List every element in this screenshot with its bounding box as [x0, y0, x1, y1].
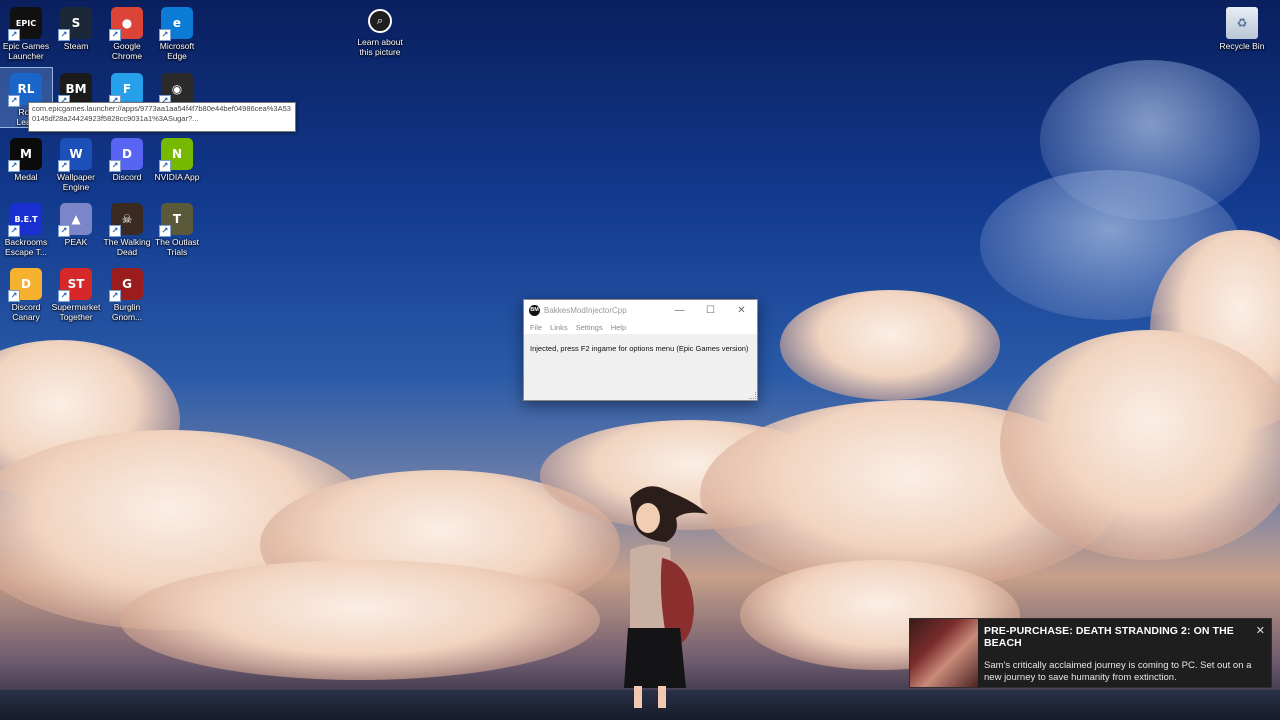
shortcut-arrow-icon: ↗ [58, 290, 70, 302]
shortcut-arrow-icon: ↗ [109, 225, 121, 237]
camera-icon: ⌕ [368, 9, 392, 33]
shortcut-arrow-icon: ↗ [58, 160, 70, 172]
discord-icon: D ↗ [109, 138, 143, 172]
wallpaper-engine-icon: W ↗ [58, 138, 92, 172]
desktop-shortcut[interactable]: D ↗ Discord [101, 133, 153, 182]
desktop-shortcut[interactable]: G ↗ Burglin Gnom... [101, 263, 153, 322]
desktop-shortcut[interactable]: EPIC ↗ Epic Games Launcher [0, 2, 52, 61]
desktop-shortcut-label: PEAK [64, 237, 88, 247]
epic-notification[interactable]: PRE-PURCHASE: DEATH STRANDING 2: ON THE … [909, 618, 1272, 688]
desktop-shortcut-label: The Outlast Trials [155, 237, 199, 257]
desktop-shortcut[interactable]: ▲ ↗ PEAK [50, 198, 102, 247]
shortcut-arrow-icon: ↗ [159, 160, 171, 172]
desktop-shortcut[interactable]: ☠ ↗ The Walking Dead [101, 198, 153, 257]
nvidia-icon: N ↗ [159, 138, 193, 172]
recycle-bin-icon: ♻ [1226, 7, 1258, 39]
window-title: BakkesModInjectorCpp [544, 305, 627, 315]
desktop-shortcut-label: Discord [112, 172, 142, 182]
desktop-shortcut-label: Epic Games Launcher [2, 41, 50, 61]
supermarket-icon: ST ↗ [58, 268, 92, 302]
shortcut-arrow-icon: ↗ [58, 29, 70, 41]
minimize-button[interactable]: — [664, 300, 695, 320]
chrome-icon: ● ↗ [109, 7, 143, 41]
desktop-shortcut-label: Microsoft Edge [159, 41, 195, 61]
menu-links[interactable]: Links [550, 323, 568, 332]
outlast-icon: T ↗ [159, 203, 193, 237]
discord-canary-icon: D ↗ [8, 268, 42, 302]
menu-file[interactable]: File [530, 323, 542, 332]
desktop-shortcut-label: Discord Canary [11, 302, 41, 322]
desktop-shortcut[interactable]: N ↗ NVIDIA App [151, 133, 203, 182]
desktop-shortcut-label: The Walking Dead [103, 237, 151, 257]
desktop-shortcut-label: Medal [14, 172, 38, 182]
learn-about-picture-shortcut[interactable]: ⌕ Learn about this picture [355, 6, 405, 57]
desktop-shortcut-label: Google Chrome [111, 41, 143, 61]
notification-close-button[interactable]: ✕ [1256, 624, 1265, 637]
menu-bar: File Links Settings Help [524, 320, 757, 334]
menu-help[interactable]: Help [611, 323, 626, 332]
notification-thumbnail [910, 619, 978, 687]
burglin-gnomes-icon: G ↗ [109, 268, 143, 302]
fortnite-icon: F ↗ [109, 73, 143, 107]
desktop-shortcut[interactable]: S ↗ Steam [50, 2, 102, 51]
shortcut-arrow-icon: ↗ [109, 160, 121, 172]
shortcut-arrow-icon: ↗ [8, 290, 20, 302]
edge-icon: e ↗ [159, 7, 193, 41]
close-button[interactable]: ✕ [726, 300, 757, 320]
menu-settings[interactable]: Settings [576, 323, 603, 332]
recycle-bin-label: Recycle Bin [1219, 41, 1265, 51]
desktop-shortcut[interactable]: ST ↗ Supermarket Together [50, 263, 102, 322]
shortcut-arrow-icon: ↗ [8, 160, 20, 172]
desktop-shortcut-label: Burglin Gnom... [111, 302, 143, 322]
medal-icon: M ↗ [8, 138, 42, 172]
maximize-button[interactable]: ☐ [695, 300, 726, 320]
shortcut-arrow-icon: ↗ [58, 225, 70, 237]
steam-icon: S ↗ [58, 7, 92, 41]
desktop-shortcut[interactable]: B.E.T ↗ Backrooms Escape T... [0, 198, 52, 257]
recycle-bin[interactable]: ♻ Recycle Bin [1216, 2, 1268, 51]
backrooms-icon: B.E.T ↗ [8, 203, 42, 237]
status-message: Injected, press F2 ingame for options me… [530, 344, 749, 353]
shortcut-arrow-icon: ↗ [159, 29, 171, 41]
desktop-shortcut-label: Wallpaper Engine [57, 172, 95, 192]
bakkesmod-injector-window[interactable]: BM BakkesModInjectorCpp — ☐ ✕ File Links… [523, 299, 758, 401]
desktop-shortcut[interactable]: ● ↗ Google Chrome [101, 2, 153, 61]
notification-text: Sam's critically acclaimed journey is co… [984, 660, 1252, 683]
shortcut-arrow-icon: ↗ [8, 95, 20, 107]
walking-dead-icon: ☠ ↗ [109, 203, 143, 237]
desktop-shortcut-label: Steam [63, 41, 89, 51]
shortcut-arrow-icon: ↗ [8, 29, 20, 41]
girl-figure [624, 486, 708, 708]
bakkesmod-icon: BM ↗ [58, 73, 92, 107]
desktop-shortcut[interactable]: e ↗ Microsoft Edge [151, 2, 203, 61]
desktop-shortcut-label: Backrooms Escape T... [4, 237, 48, 257]
resize-grip[interactable] [749, 392, 756, 399]
desktop-shortcut[interactable]: T ↗ The Outlast Trials [151, 198, 203, 257]
desktop-shortcut[interactable]: D ↗ Discord Canary [0, 263, 52, 322]
desktop-shortcut-label: Supermarket Together [51, 302, 101, 322]
shortcut-arrow-icon: ↗ [109, 290, 121, 302]
window-titlebar[interactable]: BM BakkesModInjectorCpp — ☐ ✕ [524, 300, 757, 320]
shortcut-tooltip: com.epicgames.launcher://apps/9773aa1aa5… [28, 102, 296, 132]
shortcut-arrow-icon: ↗ [159, 225, 171, 237]
obs-icon: ◉ ↗ [159, 73, 193, 107]
desktop-shortcut-label: NVIDIA App [154, 172, 200, 182]
shortcut-arrow-icon: ↗ [8, 225, 20, 237]
learn-about-picture-label: Learn about this picture [357, 37, 403, 57]
peak-icon: ▲ ↗ [58, 203, 92, 237]
desktop-shortcut[interactable]: M ↗ Medal [0, 133, 52, 182]
shortcut-arrow-icon: ↗ [109, 29, 121, 41]
rocket-league-icon: RL ↗ [8, 73, 42, 107]
bakkesmod-logo-icon: BM [529, 304, 540, 316]
notification-title: PRE-PURCHASE: DEATH STRANDING 2: ON THE … [984, 625, 1234, 649]
epic-games-icon: EPIC ↗ [8, 7, 42, 41]
desktop-shortcut[interactable]: W ↗ Wallpaper Engine [50, 133, 102, 192]
